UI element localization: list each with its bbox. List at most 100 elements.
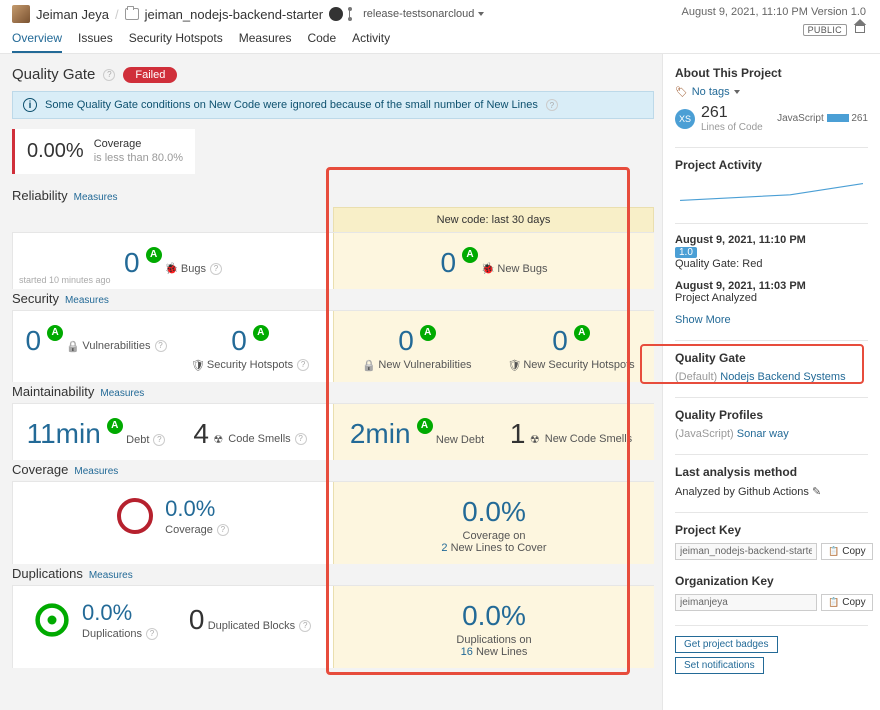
duplications-value[interactable]: 0.0% — [82, 600, 158, 626]
code-smells-value[interactable]: 4 — [193, 418, 209, 450]
new-duplications-label-bottom: New Lines — [476, 646, 527, 658]
help-icon[interactable]: ? — [103, 69, 115, 81]
qg-fail-value: 0.00% — [27, 140, 84, 163]
new-vulnerabilities-value[interactable]: 0 A — [398, 325, 436, 357]
help-icon[interactable]: ? — [546, 99, 558, 111]
loc-value[interactable]: 261 — [701, 104, 763, 122]
owner-name[interactable]: Jeiman Jeya — [36, 7, 109, 22]
qg-default-label: (Default) — [675, 371, 717, 383]
tag-icon — [675, 86, 688, 98]
maintainability-measures-link[interactable]: Measures — [100, 388, 144, 399]
activity-date: August 9, 2021, 11:03 PM — [675, 280, 868, 292]
new-lines-to-cover[interactable]: 2 — [441, 542, 447, 554]
help-icon[interactable]: ? — [210, 263, 222, 275]
duplicated-blocks-value[interactable]: 0 — [189, 604, 205, 636]
duplications-measures-link[interactable]: Measures — [89, 570, 133, 581]
analysis-date: August 9, 2021, 11:10 PM Version 1.0 — [682, 6, 866, 18]
bug-icon — [165, 263, 177, 275]
project-key-field[interactable] — [675, 543, 817, 560]
new-duplications-label-top: Duplications on — [344, 634, 644, 646]
new-hotspots-label: New Security Hotspots — [523, 359, 634, 371]
loc-label: Lines of Code — [701, 122, 763, 133]
rating: A — [417, 418, 433, 434]
help-icon[interactable]: ? — [217, 524, 229, 536]
tab-activity[interactable]: Activity — [352, 27, 390, 53]
new-hotspots-value[interactable]: 0 A — [552, 325, 590, 357]
lock-icon — [66, 340, 78, 352]
qg-fail-note: is less than 80.0% — [94, 152, 183, 164]
new-reliability-rating: A — [462, 247, 478, 263]
coverage-measures-link[interactable]: Measures — [74, 466, 118, 477]
tab-issues[interactable]: Issues — [78, 27, 113, 53]
status-badge: Failed — [123, 67, 177, 83]
qg-name-link[interactable]: Nodejs Backend Systems — [720, 371, 845, 383]
qp-name-link[interactable]: Sonar way — [737, 428, 789, 440]
new-coverage-value[interactable]: 0.0% — [462, 496, 526, 528]
sidebar-qg-title: Quality Gate — [675, 351, 868, 365]
tags-link[interactable]: No tags — [675, 86, 740, 98]
security-measures-link[interactable]: Measures — [65, 295, 109, 306]
pencil-icon[interactable] — [812, 486, 821, 498]
tab-measures[interactable]: Measures — [239, 27, 292, 53]
qp-lang: (JavaScript) — [675, 428, 734, 440]
bugs-value[interactable]: 0 A — [124, 247, 162, 279]
qg-fail-label: Coverage — [94, 138, 142, 150]
help-icon[interactable]: ? — [146, 628, 158, 640]
reliability-rating: A — [146, 247, 162, 263]
activity-detail: Project Analyzed — [675, 292, 868, 304]
help-icon[interactable]: ? — [297, 359, 309, 371]
activity-date: August 9, 2021, 11:10 PM — [675, 234, 868, 246]
vulnerabilities-value[interactable]: 0 A — [26, 325, 64, 357]
new-debt-value[interactable]: 2min A — [350, 418, 433, 450]
org-key-field[interactable] — [675, 594, 817, 611]
quality-gate-status: Quality Gate ? Failed — [12, 66, 654, 83]
new-debt-label: New Debt — [436, 434, 484, 446]
hotspots-value[interactable]: 0 A — [231, 325, 269, 357]
branch-icon — [349, 8, 359, 20]
sqale-rating: A — [107, 418, 123, 434]
new-vulnerabilities-label: New Vulnerabilities — [378, 359, 471, 371]
help-icon[interactable]: ? — [155, 340, 167, 352]
debt-value[interactable]: 11min A — [27, 418, 123, 450]
about-title: About This Project — [675, 66, 868, 80]
get-badges-button[interactable]: Get project badges — [675, 636, 778, 653]
quality-gate-title: Quality Gate — [12, 66, 95, 83]
info-banner: i Some Quality Gate conditions on New Co… — [12, 91, 654, 119]
tab-code[interactable]: Code — [307, 27, 336, 53]
tab-overview[interactable]: Overview — [12, 27, 62, 53]
activity-sparkline[interactable] — [675, 178, 868, 206]
copy-org-key-button[interactable]: Copy — [821, 594, 873, 611]
coverage-title: Coverage — [12, 462, 68, 477]
bug-icon — [481, 263, 493, 275]
duplications-title: Duplications — [12, 566, 83, 581]
show-more-link[interactable]: Show More — [675, 314, 868, 326]
new-bugs-value[interactable]: 0 A — [440, 247, 478, 279]
shield-icon — [507, 359, 519, 371]
org-key-title: Organization Key — [675, 574, 868, 588]
lock-icon — [362, 359, 374, 371]
copy-project-key-button[interactable]: Copy — [821, 543, 873, 560]
home-icon[interactable] — [854, 21, 866, 33]
set-notifications-button[interactable]: Set notifications — [675, 657, 764, 674]
new-lines[interactable]: 16 — [461, 646, 473, 658]
leak-period-stamp: started 10 minutes ago — [19, 275, 111, 285]
new-code-smells-value[interactable]: 1 — [510, 418, 526, 450]
coverage-value[interactable]: 0.0% — [165, 496, 229, 522]
help-icon[interactable]: ? — [295, 433, 307, 445]
debt-label: Debt — [126, 434, 149, 446]
code-smells-label: Code Smells — [228, 433, 290, 445]
github-icon[interactable] — [329, 7, 343, 21]
shield-icon — [191, 359, 203, 371]
folder-icon — [125, 8, 139, 20]
branch-select[interactable]: release-testsonarcloud — [349, 8, 484, 20]
reliability-measures-link[interactable]: Measures — [74, 192, 118, 203]
help-icon[interactable]: ? — [299, 620, 311, 632]
info-icon: i — [23, 98, 37, 112]
quality-gate-condition[interactable]: 0.00% Coverage is less than 80.0% — [12, 129, 195, 174]
tab-security-hotspots[interactable]: Security Hotspots — [129, 27, 223, 53]
new-duplications-value[interactable]: 0.0% — [462, 600, 526, 632]
help-icon[interactable]: ? — [153, 434, 165, 446]
project-name[interactable]: jeiman_nodejs-backend-starter — [145, 7, 323, 22]
duplication-ring-icon — [34, 602, 70, 638]
rating: A — [420, 325, 436, 341]
